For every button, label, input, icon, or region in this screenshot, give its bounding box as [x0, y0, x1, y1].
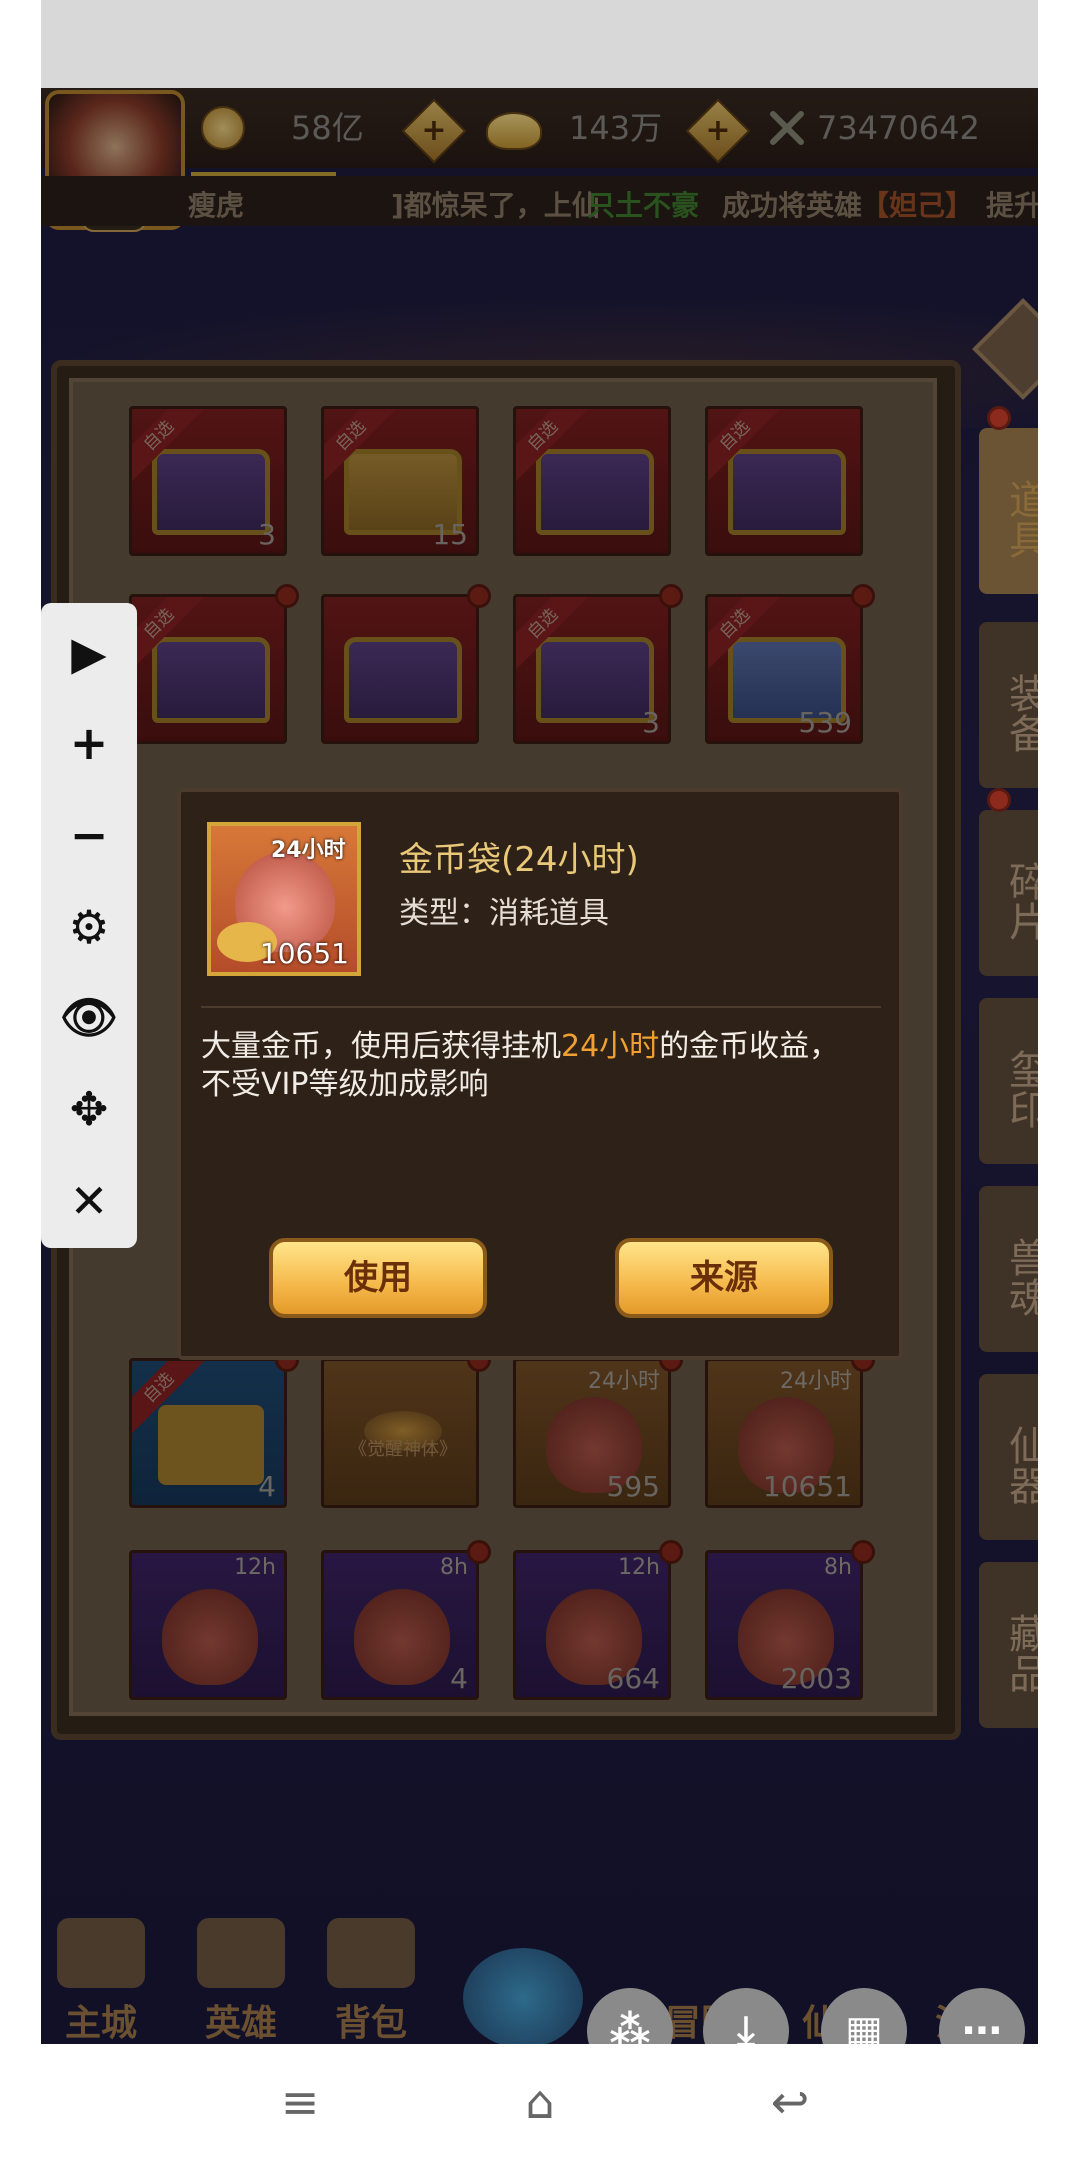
- game-screen[interactable]: 136 58亿 + 143万 + 73470642 瘦虎 ]都惊呆了，上仙 只土…: [41, 88, 1038, 2044]
- item-count: 10651: [259, 937, 349, 970]
- nav-label: 背包: [334, 2003, 407, 2044]
- tab-collection[interactable]: 藏品: [979, 1562, 1038, 1728]
- eye-icon[interactable]: 👁: [41, 977, 137, 1057]
- item-duration-label: 24小时: [271, 838, 346, 863]
- source-button[interactable]: 来源: [615, 1238, 833, 1318]
- zoom-out-icon[interactable]: −: [41, 795, 137, 875]
- tab-items[interactable]: 道具: [979, 428, 1038, 594]
- description-text: 大量金币，使用后获得挂机: [201, 1029, 561, 1064]
- nav-label: 英雄: [204, 2003, 277, 2044]
- settings-gear-icon[interactable]: ⚙: [41, 887, 137, 967]
- tab-equipment[interactable]: 装备: [979, 622, 1038, 788]
- description-text: 不受VIP等级加成影响: [201, 1067, 489, 1102]
- nav-backpack[interactable]: 背包: [311, 1918, 431, 2044]
- tab-seals[interactable]: 玺印: [979, 998, 1038, 1164]
- close-icon[interactable]: ✕: [41, 1161, 137, 1241]
- backpack-icon: [327, 1918, 415, 1988]
- item-title: 金币袋(24小时): [399, 840, 639, 880]
- item-description: 大量金币，使用后获得挂机24小时的金币收益， 不受VIP等级加成影响: [201, 1028, 891, 1104]
- item-icon-gold-bag: 24小时 10651: [207, 822, 361, 976]
- tab-fragments[interactable]: 碎片: [979, 810, 1038, 976]
- floating-toolbar: ▶ + − ⚙ 👁 ✥ ✕: [41, 603, 137, 1248]
- nav-main-city[interactable]: 主城: [41, 1918, 161, 2044]
- notification-dot: [987, 788, 1011, 812]
- description-highlight: 24小时: [561, 1029, 660, 1064]
- back-icon[interactable]: ↩: [755, 2074, 825, 2130]
- nav-heroes[interactable]: 英雄: [181, 1918, 301, 2044]
- description-text: 的金币收益，: [659, 1029, 840, 1064]
- item-detail-dialog: 24小时 10651 金币袋(24小时) 类型：消耗道具 大量金币，使用后获得挂…: [177, 788, 903, 1360]
- hero-icon: [197, 1918, 285, 1988]
- nav-label: 主城: [64, 2003, 137, 2044]
- castle-icon: [57, 1918, 145, 1988]
- notification-dot: [987, 406, 1011, 430]
- home-icon[interactable]: ⌂: [505, 2074, 575, 2130]
- portal-icon: [463, 1948, 583, 2044]
- menu-icon[interactable]: ≡: [265, 2074, 335, 2130]
- zoom-in-icon[interactable]: +: [41, 703, 137, 783]
- divider: [201, 1006, 881, 1008]
- tab-beast-souls[interactable]: 兽魂: [979, 1186, 1038, 1352]
- use-button[interactable]: 使用: [269, 1238, 487, 1318]
- play-icon[interactable]: ▶: [41, 613, 137, 693]
- move-icon[interactable]: ✥: [41, 1069, 137, 1149]
- item-type: 类型：消耗道具: [399, 896, 609, 931]
- status-bar: [41, 0, 1038, 88]
- tab-artifacts[interactable]: 仙器: [979, 1374, 1038, 1540]
- android-nav-bar: ≡ ⌂ ↩: [41, 2044, 1038, 2160]
